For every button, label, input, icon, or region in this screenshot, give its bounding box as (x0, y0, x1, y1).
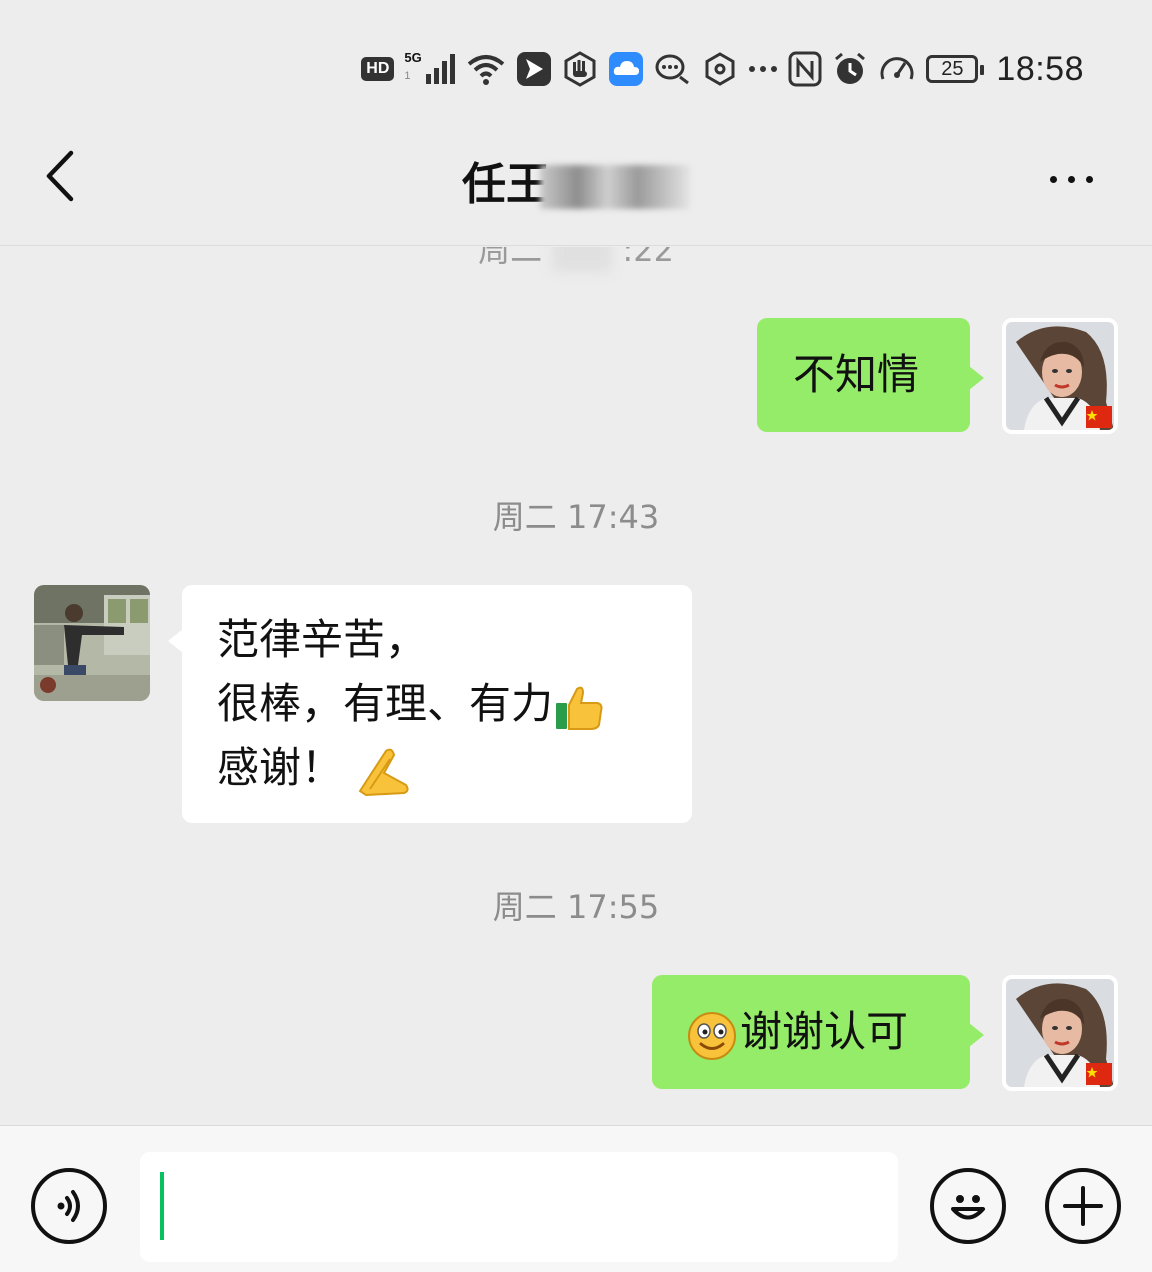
status-time: 18:58 (996, 49, 1084, 88)
text-caret (160, 1172, 164, 1240)
voice-icon (57, 1190, 80, 1222)
status-bar: HD 5G 1 25 18:58 (0, 0, 1152, 120)
chat-title: 任王 (462, 159, 550, 210)
timestamp-partial-tail: :22 (622, 247, 674, 269)
chat-title-container: 任王 (0, 148, 1152, 212)
speed-icon (880, 57, 914, 80)
message-bubble-outgoing[interactable]: 谢谢认可 (652, 975, 984, 1089)
nfc-icon (788, 51, 822, 87)
hand-app-icon (564, 51, 596, 87)
chat-header: 任王 (0, 120, 1152, 246)
hexagon-app-icon (705, 52, 735, 86)
emoji-button[interactable] (930, 1168, 1006, 1244)
message-text-line-with-emoji: 感谢！ (217, 736, 657, 800)
battery-level: 25 (941, 57, 964, 80)
plus-icon (1063, 1186, 1103, 1226)
input-bar (0, 1125, 1152, 1272)
message-bubble-incoming[interactable]: 范律辛苦， 很棒，有理、有力 感谢！ (168, 585, 692, 823)
status-icons: HD 5G 1 25 18:58 (361, 44, 1084, 94)
contact-photo-icon (34, 585, 150, 701)
timestamp-partial-day: 周二 (478, 247, 543, 269)
message-text-line: 范律辛苦， (217, 615, 428, 664)
thumbs-up-icon (556, 686, 603, 730)
hd-icon: HD (361, 57, 395, 81)
message-text-line-with-emoji: 很棒，有理、有力 (217, 672, 657, 736)
message-text-line: 很棒，有理、有力 (217, 679, 554, 728)
avatar-self[interactable] (1002, 975, 1118, 1091)
avatar-contact[interactable] (34, 585, 150, 701)
alarm-icon (835, 52, 866, 84)
more-options-button[interactable] (1036, 154, 1106, 204)
voice-button[interactable] (31, 1168, 107, 1244)
signal-icon: 5G 1 (404, 50, 456, 86)
more-horizontal-icon (1049, 175, 1057, 183)
message-text-with-emoji: 谢谢认可 (686, 1000, 936, 1064)
network-label: 5G (404, 50, 422, 65)
message-text: 谢谢认可 (740, 1007, 909, 1056)
more-dots-icon (749, 66, 778, 72)
network-sub-label: 1 (404, 70, 411, 82)
arrow-app-icon (517, 52, 552, 86)
timestamp: 周二 17:55 (492, 888, 660, 926)
message-text: 不知情 (793, 350, 920, 399)
emoji-icon (951, 1195, 985, 1220)
message-text-line: 感谢！ (217, 743, 344, 792)
chat-app-icon (655, 54, 690, 85)
redacted-name (540, 165, 690, 209)
battery-icon: 25 (926, 55, 985, 83)
cloud-app-icon (609, 52, 644, 86)
user-photo-icon (1006, 322, 1114, 430)
message-list[interactable]: 周二 :22 不知情 周二 17:43 范律辛苦， 很棒，有理、有力 感谢！ 周… (0, 247, 1152, 1125)
redacted-time (552, 247, 613, 272)
timestamp-partial: 周二 :22 (0, 247, 1152, 272)
wifi-icon (468, 55, 505, 85)
avatar-self[interactable] (1002, 318, 1118, 434)
message-input[interactable] (140, 1152, 898, 1262)
timestamp: 周二 17:43 (492, 498, 660, 536)
user-photo-icon (1006, 979, 1114, 1087)
praying-hands-icon (358, 748, 409, 796)
add-button[interactable] (1045, 1168, 1121, 1244)
message-bubble-outgoing[interactable]: 不知情 (757, 318, 984, 432)
smiley-icon (688, 1011, 736, 1060)
